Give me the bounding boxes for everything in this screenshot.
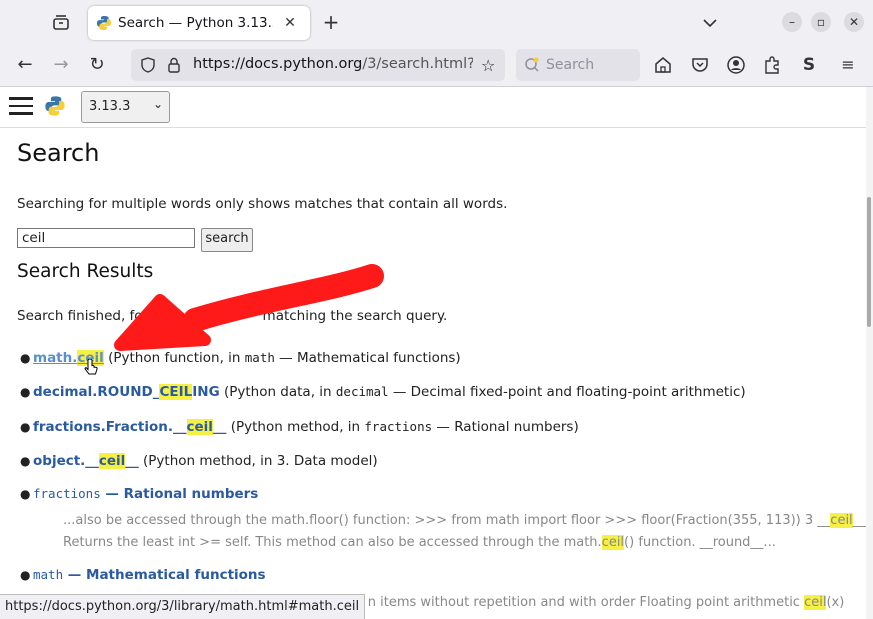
tab-list-icon[interactable] bbox=[50, 12, 72, 34]
hand-cursor-icon bbox=[84, 359, 98, 375]
search-status: Search finished, fo matching the search q… bbox=[17, 308, 447, 324]
result-context-line: om n items without repetition and with o… bbox=[343, 595, 845, 610]
extension-s-icon[interactable]: S bbox=[799, 55, 819, 75]
result-desc-tail: — Mathematical functions) bbox=[274, 350, 461, 366]
bullet: ● bbox=[20, 487, 31, 501]
reload-icon[interactable]: ↻ bbox=[86, 54, 108, 76]
extensions-icon[interactable] bbox=[762, 55, 782, 75]
url-text[interactable]: https://docs.python.org/3/search.html?c bbox=[193, 56, 473, 72]
page-result-item: ● fractions — Rational numbers bbox=[20, 486, 258, 502]
result-link-object-ceil[interactable]: object.__ceil__ bbox=[33, 453, 139, 469]
lock-icon[interactable] bbox=[166, 56, 182, 78]
python-favicon-icon bbox=[96, 15, 112, 31]
page-result-item: ● math — Mathematical functions bbox=[20, 567, 266, 583]
chevron-down-icon[interactable] bbox=[700, 13, 720, 33]
doc-header: 3.13.3 ⌄ bbox=[0, 87, 866, 128]
result-item: ● fractions.Fraction.__ceil__ (Python met… bbox=[20, 419, 579, 435]
nav-bar: ← → ↻ https://docs.python.org/3/search.h… bbox=[0, 44, 873, 86]
shield-icon[interactable] bbox=[139, 56, 157, 78]
bullet: ● bbox=[20, 385, 31, 399]
result-context-line: ...also be accessed through the math.flo… bbox=[63, 513, 873, 528]
result-desc: (Python function, in bbox=[103, 350, 245, 366]
result-link-math-page[interactable]: math — Mathematical functions bbox=[33, 567, 266, 583]
result-desc: (Python data, in bbox=[219, 384, 336, 400]
tab-active[interactable]: Search — Python 3.13.3 d ✕ bbox=[88, 6, 310, 40]
maximize-icon[interactable]: ▫ bbox=[811, 12, 831, 32]
home-icon[interactable] bbox=[653, 55, 673, 75]
result-link-decimal-round-ceiling[interactable]: decimal.ROUND_CEILING bbox=[33, 384, 220, 400]
status-right: matching the search query. bbox=[262, 308, 448, 324]
status-left: Search finished, fo bbox=[17, 308, 143, 324]
scrollbar-thumb[interactable] bbox=[867, 197, 871, 327]
result-context-line: Returns the least int >= self. This meth… bbox=[63, 535, 776, 550]
result-link-fraction-ceil[interactable]: fractions.Fraction.__ceil__ bbox=[33, 419, 226, 435]
account-icon[interactable] bbox=[726, 55, 746, 75]
search-icon bbox=[524, 57, 540, 77]
url-bar[interactable]: https://docs.python.org/3/search.html?c … bbox=[131, 49, 505, 81]
link-status-bar: https://docs.python.org/3/library/math.h… bbox=[0, 594, 366, 619]
bookmark-star-icon[interactable]: ☆ bbox=[481, 56, 495, 75]
page-content: 3.13.3 ⌄ Search Searching for multiple w… bbox=[0, 87, 873, 619]
page-title: Search bbox=[17, 139, 100, 167]
result-desc-tail: — Decimal fixed-point and floating-point… bbox=[388, 384, 746, 400]
new-tab-icon[interactable]: + bbox=[320, 12, 342, 34]
bullet: ● bbox=[20, 420, 31, 434]
search-button[interactable]: search bbox=[201, 228, 253, 252]
result-item: ● decimal.ROUND_CEILING (Python data, in … bbox=[20, 384, 746, 400]
scrollbar[interactable] bbox=[866, 87, 873, 619]
python-logo-icon[interactable] bbox=[44, 95, 66, 117]
bullet: ● bbox=[20, 568, 31, 582]
menu-icon[interactable]: ≡ bbox=[838, 55, 858, 75]
result-item: ● object.__ceil__ (Python method, in 3. D… bbox=[20, 453, 378, 469]
version-select[interactable]: 3.13.3 ⌄ bbox=[81, 91, 170, 123]
chevron-down-icon: ⌄ bbox=[152, 97, 163, 111]
search-placeholder: Search bbox=[546, 57, 595, 73]
hamburger-menu-icon[interactable] bbox=[9, 97, 33, 115]
search-input[interactable]: ceil bbox=[17, 228, 195, 248]
browser-chrome: Search — Python 3.13.3 d ✕ + – ▫ ✕ ← → ↻… bbox=[0, 0, 873, 87]
tab-title: Search — Python 3.13.3 d bbox=[118, 15, 273, 31]
bullet: ● bbox=[20, 454, 31, 468]
tab-close-icon[interactable]: ✕ bbox=[280, 13, 300, 33]
pocket-icon[interactable] bbox=[690, 55, 710, 75]
result-module: math bbox=[244, 350, 275, 365]
result-link-fractions-page[interactable]: fractions — Rational numbers bbox=[33, 486, 258, 502]
result-module: fractions bbox=[364, 419, 433, 434]
bullet: ● bbox=[20, 351, 31, 365]
search-intro: Searching for multiple words only shows … bbox=[17, 196, 508, 212]
result-desc: (Python method, in bbox=[226, 419, 365, 435]
back-icon[interactable]: ← bbox=[14, 54, 36, 76]
result-desc-tail: — Rational numbers) bbox=[432, 419, 579, 435]
forward-icon[interactable]: → bbox=[50, 54, 72, 76]
version-value: 3.13.3 bbox=[89, 99, 131, 114]
result-desc: (Python method, in 3. Data model) bbox=[138, 453, 378, 469]
results-heading: Search Results bbox=[17, 261, 154, 282]
tab-bar: Search — Python 3.13.3 d ✕ + – ▫ ✕ bbox=[0, 0, 873, 44]
browser-search-box[interactable]: Search bbox=[516, 49, 640, 81]
minimize-icon[interactable]: – bbox=[782, 12, 802, 32]
close-window-icon[interactable]: ✕ bbox=[844, 12, 864, 32]
result-module: decimal bbox=[335, 384, 389, 399]
